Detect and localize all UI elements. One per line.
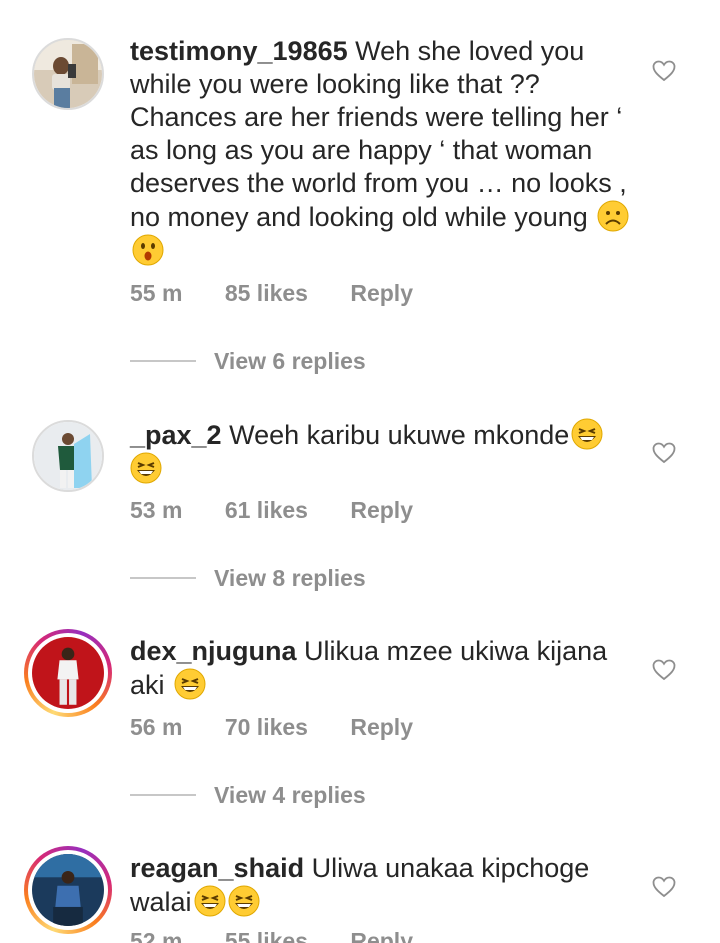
comment-time: 55 m [130,280,183,306]
comment-body: testimony_19865 Weh she loved you while … [130,35,630,268]
comment-likes[interactable]: 55 likes [225,928,308,943]
avatar-photo-icon [32,637,104,709]
view-replies[interactable]: View 6 replies [130,346,366,376]
grinning-squinting-face-emoji [571,418,603,450]
comment-time: 53 m [130,497,183,523]
view-replies[interactable]: View 4 replies [130,780,366,810]
avatar[interactable] [32,420,104,492]
comment-meta: 56 m 70 likes Reply [130,714,449,741]
grinning-squinting-face-emoji [228,885,260,917]
comment-username[interactable]: dex_njuguna [130,636,297,666]
like-button[interactable] [652,875,676,899]
avatar-photo-icon [32,854,104,926]
comment-likes[interactable]: 85 likes [225,280,308,306]
comments-feed: testimony_19865 Weh she loved you while … [0,0,720,943]
avatar [28,850,108,930]
replies-divider [130,794,196,796]
comment-meta: 52 m 55 likes Reply [130,928,449,943]
reply-button[interactable]: Reply [350,280,413,306]
replies-divider [130,360,196,362]
replies-divider [130,577,196,579]
avatar-photo-icon [34,40,102,108]
comment-meta: 53 m 61 likes Reply [130,497,449,524]
heart-outline-icon [652,876,676,898]
heart-outline-icon [652,442,676,464]
grinning-squinting-face-emoji [130,452,162,484]
view-replies-label[interactable]: View 4 replies [214,782,366,809]
comment-likes[interactable]: 61 likes [225,497,308,523]
avatar[interactable] [32,38,104,110]
heart-outline-icon [652,659,676,681]
view-replies-label[interactable]: View 6 replies [214,348,366,375]
reply-button[interactable]: Reply [350,928,413,943]
avatar-image [34,422,102,490]
grinning-squinting-face-emoji [174,668,206,700]
comment-body: _pax_2 Weeh karibu ukuwe mkonde [130,418,630,486]
avatar-story-ring[interactable] [24,629,112,717]
comment-meta: 55 m 85 likes Reply [130,280,449,307]
reply-button[interactable]: Reply [350,497,413,523]
reply-button[interactable]: Reply [350,714,413,740]
like-button[interactable] [652,59,676,83]
astonished-face-emoji [132,234,164,266]
comment-time: 52 m [130,928,183,943]
like-button[interactable] [652,441,676,465]
heart-outline-icon [652,60,676,82]
view-replies[interactable]: View 8 replies [130,563,366,593]
comment-username[interactable]: reagan_shaid [130,853,304,883]
view-replies-label[interactable]: View 8 replies [214,565,366,592]
comment-body: reagan_shaid Uliwa unakaa kipchoge walai [130,852,630,919]
frowning-face-emoji [597,200,629,232]
comment-likes[interactable]: 70 likes [225,714,308,740]
comment-username[interactable]: _pax_2 [130,420,222,450]
comment-time: 56 m [130,714,183,740]
avatar-photo-icon [34,422,102,490]
comment-text: Weeh karibu ukuwe mkonde [229,420,570,450]
avatar-image [32,637,104,709]
grinning-squinting-face-emoji [194,885,226,917]
avatar-story-ring[interactable] [24,846,112,934]
avatar-image [32,854,104,926]
avatar-image [34,40,102,108]
comment-username[interactable]: testimony_19865 [130,36,348,66]
like-button[interactable] [652,658,676,682]
avatar [28,633,108,713]
comment-body: dex_njuguna Ulikua mzee ukiwa kijana aki [130,635,630,702]
